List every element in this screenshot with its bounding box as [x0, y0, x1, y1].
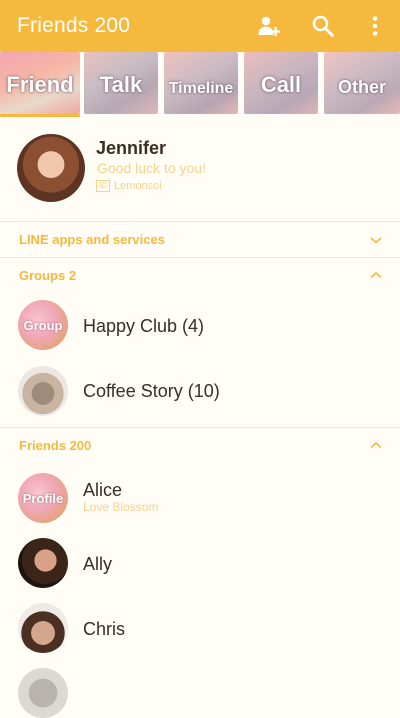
profile-id: ID Lemonsoi	[96, 180, 162, 192]
friend-avatar-label: Profile	[22, 490, 64, 506]
friend-row[interactable]: Profile Alice Love Blossom	[0, 464, 400, 530]
profile-name: Jennifer	[96, 138, 167, 158]
tab-friend-label: Friend	[6, 72, 74, 97]
header-title: Friends 200	[17, 14, 131, 37]
group-avatar: Group	[18, 300, 68, 350]
tab-bar: Friend Talk Timeline Call Other	[0, 52, 400, 117]
line-apps-section-label: LINE apps and services	[19, 232, 165, 247]
tab-other-label: Other	[337, 77, 386, 97]
friends-section-header[interactable]: Friends 200	[0, 428, 400, 462]
group-row[interactable]: Group Happy Club (4)	[0, 293, 400, 359]
chevron-down-icon	[370, 237, 382, 244]
friend-avatar	[18, 538, 68, 588]
tab-talk[interactable]: Talk	[84, 52, 158, 114]
friend-name: Chris	[83, 619, 126, 639]
my-profile[interactable]: Jennifer Good luck to you! ID Lemonsoi	[0, 118, 400, 221]
groups-section-header[interactable]: Groups 2	[0, 258, 400, 292]
tab-timeline-label: Timeline	[168, 80, 234, 97]
group-avatar	[18, 366, 68, 416]
selected-tab-indicator	[0, 114, 80, 117]
more-icon[interactable]	[363, 14, 387, 38]
friend-row[interactable]: Ally	[0, 530, 400, 596]
tab-friend[interactable]: Friend	[0, 52, 80, 114]
profile-status: Good luck to you!	[97, 160, 206, 176]
tab-call[interactable]: Call	[244, 52, 318, 114]
tab-talk-label: Talk	[99, 72, 143, 97]
friend-avatar	[18, 668, 68, 718]
groups-section-label: Groups 2	[19, 268, 77, 283]
group-name: Happy Club (4)	[83, 316, 205, 336]
friend-avatar	[18, 603, 68, 653]
profile-avatar[interactable]	[17, 134, 85, 202]
profile-id-value: Lemonsoi	[114, 180, 162, 192]
tab-call-label: Call	[260, 72, 302, 97]
search-icon[interactable]	[311, 14, 335, 38]
id-badge: ID	[96, 180, 110, 192]
tab-other[interactable]: Other	[324, 52, 400, 114]
friend-row[interactable]: Chris	[0, 596, 400, 662]
friend-name: Ally	[83, 554, 113, 574]
chevron-up-icon	[370, 441, 382, 449]
add-friend-icon[interactable]	[257, 14, 281, 38]
group-row[interactable]: Coffee Story (10)	[0, 359, 400, 425]
group-name: Coffee Story (10)	[83, 381, 220, 401]
tab-timeline[interactable]: Timeline	[164, 52, 238, 114]
line-apps-section-header[interactable]: LINE apps and services	[0, 222, 400, 257]
friend-avatar: Profile	[18, 473, 68, 523]
friend-status: Love Blossom	[83, 500, 159, 514]
chevron-up-icon	[370, 271, 382, 279]
friend-name: Alice	[83, 480, 123, 500]
group-avatar-label: Group	[23, 317, 63, 333]
app-header: Friends 200	[0, 0, 400, 52]
friends-section-label: Friends 200	[19, 438, 92, 453]
